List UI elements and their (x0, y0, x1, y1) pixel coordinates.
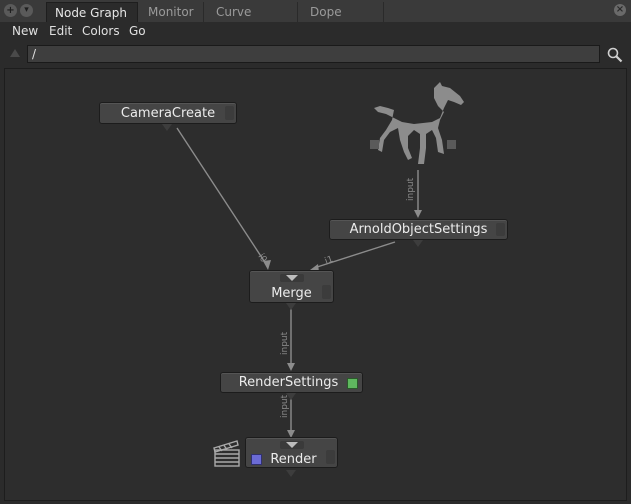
node-camera-create[interactable]: CameraCreate (99, 102, 237, 124)
horse-icon[interactable] (368, 78, 468, 170)
node-label: RenderSettings (238, 375, 339, 390)
node-label: Merge (271, 286, 312, 301)
wire-arrow-merge (287, 363, 295, 371)
clapperboard-icon (213, 440, 240, 467)
node-handle[interactable] (225, 106, 234, 120)
wire-label-input-merge: input (280, 331, 290, 355)
horse-port-left[interactable] (370, 140, 379, 149)
wire-label-input-horse: input (406, 177, 416, 201)
render-settings-flag (347, 378, 358, 389)
node-render[interactable]: Render (245, 437, 338, 468)
node-output-port[interactable] (286, 470, 296, 477)
node-input-port[interactable] (285, 442, 298, 448)
node-label: CameraCreate (120, 106, 216, 121)
node-output-port[interactable] (286, 393, 296, 400)
node-handle[interactable] (326, 450, 335, 464)
node-output-port[interactable] (286, 303, 296, 310)
wire-camera-to-merge (176, 127, 269, 268)
node-label: Render (270, 452, 317, 467)
node-label: ArnoldObjectSettings (349, 222, 488, 237)
node-output-port[interactable] (413, 240, 423, 247)
node-handle[interactable] (496, 223, 505, 236)
node-input-port[interactable] (285, 275, 298, 281)
node-merge[interactable]: Merge (249, 270, 334, 303)
node-arnold-object-settings[interactable]: ArnoldObjectSettings (329, 219, 508, 240)
wire-arrow-horse (414, 210, 422, 218)
wires: i0 i1 input input input (176, 127, 422, 438)
node-render-settings[interactable]: RenderSettings (220, 372, 363, 393)
node-handle[interactable] (322, 285, 331, 299)
node-output-port[interactable] (162, 124, 172, 131)
horse-port-right[interactable] (447, 140, 456, 149)
